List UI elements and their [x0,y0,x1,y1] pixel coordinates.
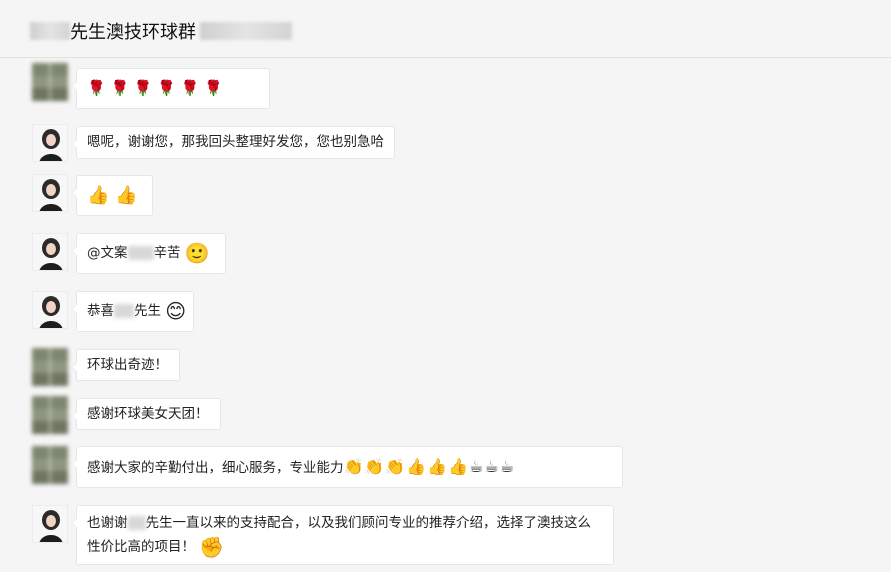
avatar[interactable] [32,505,68,543]
message-text: 环球出奇迹！ [87,357,168,373]
chat-title-wrap: 先生澳技环球群 [30,19,292,43]
redacted-name [127,246,154,260]
message-bubble[interactable]: 恭喜 先生 😊 [71,291,194,332]
redacted-name [114,304,134,318]
redacted-suffix [200,22,292,40]
message-bubble[interactable]: 环球出奇迹！ [71,349,180,381]
avatar[interactable] [32,446,68,484]
message-text: 先生 [134,303,161,319]
message-text: 先生一直以来的支持配合，以及我们顾问专业的推荐介绍，选择了澳技这么性价比高的项目… [87,515,591,555]
clap-thumbs-coffee-emoji: 👏👏👏👍👍👍☕☕☕ [343,457,516,476]
message-bubble[interactable]: 嗯呢，谢谢您，那我回头整理好发您，您也别急哈 [71,126,395,159]
avatar[interactable] [32,124,68,162]
thumbs-up-emoji: 👍 👍 [87,185,138,206]
avatar[interactable] [32,174,68,212]
smiley-emoji: 😊 [165,299,187,323]
avatar[interactable] [32,396,68,434]
message-bubble[interactable]: @文案 辛苦 🙂 [71,233,226,274]
person-avatar-icon [33,234,67,270]
person-avatar-icon [33,506,67,542]
rose-emoji-row: 🌹 🌹 🌹 🌹 🌹 🌹 [87,79,223,97]
message-text: 嗯呢，谢谢您，那我回头整理好发您，您也别急哈 [87,134,384,150]
message-text: 也谢谢 [87,515,128,531]
message-bubble[interactable]: 感谢大家的辛勤付出，细心服务，专业能力👏👏👏👍👍👍☕☕☕ [71,446,623,488]
message-text: 辛苦 [153,245,181,261]
avatar[interactable] [32,291,68,329]
smiley-emoji: 🙂 [184,241,210,265]
message-bubble[interactable]: 感谢环球美女天团！ [71,398,221,430]
message-bubble[interactable]: 👍 👍 [71,175,153,216]
person-avatar-icon [33,292,67,328]
message-text: 恭喜 [87,303,114,319]
fist-emoji: ✊ [199,535,225,559]
message-text: 感谢环球美女天团！ [87,406,209,422]
chat-header: 先生澳技环球群 [0,0,891,58]
redacted-name [30,22,70,40]
message-bubble[interactable]: 🌹 🌹 🌹 🌹 🌹 🌹 [71,68,270,109]
avatar[interactable] [32,348,68,386]
person-avatar-icon [33,125,67,161]
message-bubble[interactable]: 也谢谢 先生一直以来的支持配合，以及我们顾问专业的推荐介绍，选择了澳技这么性价比高… [71,505,614,565]
avatar[interactable] [32,233,68,271]
person-avatar-icon [33,175,67,211]
redacted-name [127,516,146,530]
chat-title: 先生澳技环球群 [70,22,196,43]
avatar[interactable] [32,63,68,101]
message-text: @文案 [87,245,128,261]
message-text: 感谢大家的辛勤付出，细心服务，专业能力 [87,460,344,476]
